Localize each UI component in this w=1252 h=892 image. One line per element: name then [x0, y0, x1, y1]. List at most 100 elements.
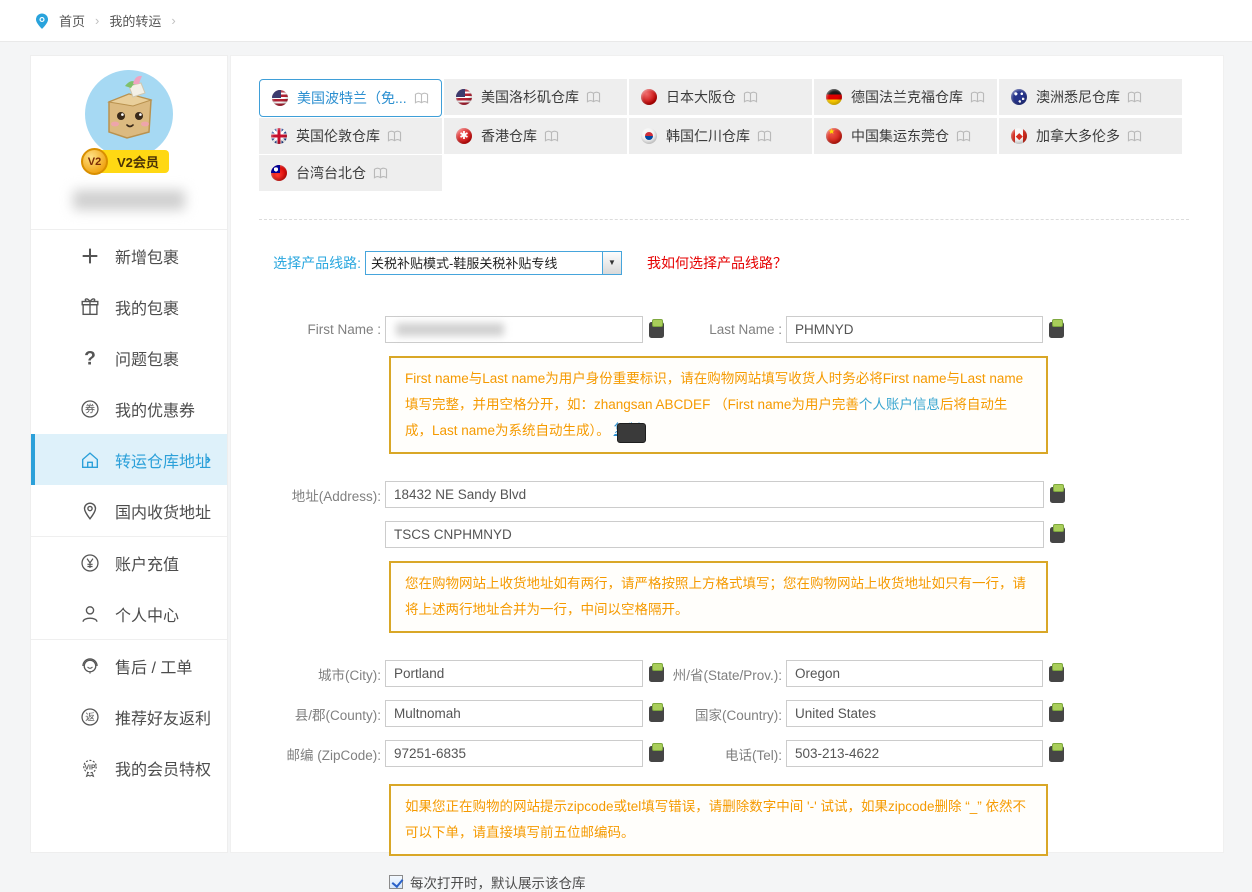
member-level-badge: V2 V2会员 [95, 150, 169, 173]
person-icon [79, 603, 101, 625]
product-line-selected-value: 关税补贴模式-鞋服关税补贴专线 [366, 253, 602, 272]
coupon-icon: 券 [79, 398, 101, 420]
copy-icon[interactable] [1049, 746, 1064, 762]
copy-icon[interactable] [1049, 666, 1064, 682]
product-line-help-link[interactable]: 我如何选择产品线路？ [647, 253, 787, 273]
product-line-select[interactable]: 关税补贴模式-鞋服关税补贴专线 ▼ [365, 251, 622, 275]
tab-tw-taipei[interactable]: 台湾台北仓 [259, 155, 442, 191]
profile-block: V2 V2会员 [31, 70, 227, 230]
account-info-link[interactable]: 个人账户信息 [859, 397, 940, 412]
question-icon: ? [79, 347, 101, 369]
last-name-input[interactable] [786, 316, 1043, 343]
default-warehouse-checkbox[interactable] [389, 875, 403, 889]
tab-kr-incheon[interactable]: 韩国仁川仓库 [629, 118, 812, 154]
sidebar-item-domestic-address[interactable]: 国内收货地址 [31, 485, 227, 536]
tab-hk[interactable]: 香港仓库 [444, 118, 627, 154]
us-flag-icon [272, 90, 288, 106]
zipcode-input[interactable] [385, 740, 643, 767]
address-book-icon [1127, 91, 1142, 104]
tab-us-losangeles[interactable]: 美国洛杉矶仓库 [444, 79, 627, 115]
copy-icon[interactable] [649, 666, 664, 682]
avatar-box-character [85, 70, 173, 158]
county-label: 县/郡(County): [259, 704, 385, 724]
first-name-label: First Name : [259, 322, 385, 337]
breadcrumb-separator: › [95, 13, 99, 28]
tab-au-sydney[interactable]: 澳洲悉尼仓库 [999, 79, 1182, 115]
pin-icon [79, 500, 101, 522]
address-book-icon [586, 91, 601, 104]
tab-jp-osaka[interactable]: 日本大阪仓 [629, 79, 812, 115]
sidebar-item-problem-packages[interactable]: ? 问题包裹 [31, 332, 227, 383]
svg-text:VIP: VIP [84, 764, 95, 771]
us-flag-icon [456, 89, 472, 105]
uk-flag-icon [271, 128, 287, 144]
svg-text:券: 券 [85, 402, 95, 415]
city-input[interactable] [385, 660, 643, 687]
canada-flag-icon [1011, 128, 1027, 144]
sidebar-item-warehouse-address[interactable]: 转运仓库地址 › [31, 434, 227, 485]
copy-icon[interactable] [649, 322, 664, 338]
svg-text:?: ? [84, 348, 96, 369]
address-book-icon [387, 130, 402, 143]
china-flag-icon [826, 128, 842, 144]
address-book-icon [757, 130, 772, 143]
copy-icon[interactable] [649, 706, 664, 722]
tab-uk-london[interactable]: 英国伦敦仓库 [259, 118, 442, 154]
county-input[interactable] [385, 700, 643, 727]
copy-icon[interactable] [1049, 706, 1064, 722]
first-name-input[interactable] [385, 316, 643, 343]
tel-input[interactable] [786, 740, 1043, 767]
address-book-icon [414, 92, 429, 105]
breadcrumb: 首页 › 我的转运 › [0, 0, 1252, 42]
tab-cn-dongguan[interactable]: 中国集运东莞仓 [814, 118, 997, 154]
sidebar-item-personal-center[interactable]: 个人中心 [31, 588, 227, 639]
tab-ca-toronto[interactable]: 加拿大多伦多 [999, 118, 1182, 154]
australia-flag-icon [1011, 89, 1027, 105]
state-input[interactable] [786, 660, 1043, 687]
address-book-icon [1127, 130, 1142, 143]
country-label: 国家(Country): [667, 704, 786, 724]
japan-flag-icon [641, 89, 657, 105]
address-line1-input[interactable] [385, 481, 1044, 508]
breadcrumb-home[interactable]: 首页 [59, 11, 85, 30]
first-name-blurred-value [396, 323, 504, 336]
germany-flag-icon [826, 89, 842, 105]
city-label: 城市(City): [259, 664, 385, 684]
v2-medal-icon: V2 [81, 148, 108, 175]
warehouse-home-icon [79, 449, 101, 471]
tab-us-portland[interactable]: 美国波特兰（免... [259, 79, 442, 117]
address-line2-input[interactable] [385, 521, 1044, 548]
breadcrumb-my-forwarding[interactable]: 我的转运 [109, 11, 161, 30]
taiwan-flag-icon [271, 165, 287, 181]
sidebar-item-member-privileges[interactable]: VIP 我的会员特权 [31, 742, 227, 793]
avatar[interactable]: V2 V2会员 [85, 70, 173, 158]
warehouse-tabs: 美国波特兰（免... 美国洛杉矶仓库 日本大阪仓 德国法兰克福仓库 澳洲悉尼仓库 [259, 79, 1191, 191]
package-icon [79, 296, 101, 318]
copy-icon[interactable] [1049, 322, 1064, 338]
member-badge-label: V2会员 [117, 152, 159, 171]
copy-icon[interactable] [1050, 487, 1065, 503]
sidebar-item-aftersale-ticket[interactable]: 售后 / 工单 [31, 640, 227, 691]
country-input[interactable] [786, 700, 1043, 727]
breadcrumb-separator: › [171, 13, 175, 28]
svg-text:返: 返 [85, 711, 95, 723]
copy-icon[interactable] [1050, 527, 1065, 543]
default-warehouse-checkbox-label: 每次打开时，默认展示该仓库 [410, 872, 586, 892]
sidebar: V2 V2会员 新增包裹 我的包裹 ? 问题包裹 券 我的优惠券 转运仓库地址 … [30, 55, 228, 853]
sidebar-item-my-coupons[interactable]: 券 我的优惠券 [31, 383, 227, 434]
main-panel: 美国波特兰（免... 美国洛杉矶仓库 日本大阪仓 德国法兰克福仓库 澳洲悉尼仓库 [230, 55, 1224, 853]
product-line-label: 选择产品线路: [259, 253, 361, 273]
name-format-note: First name与Last name为用户身份重要标识，请在购物网站填写收货… [389, 356, 1048, 454]
sidebar-item-my-packages[interactable]: 我的包裹 [31, 281, 227, 332]
address-format-note: 您在购物网站上收货地址如有两行，请严格按照上方格式填写；您在购物网站上收货地址如… [389, 561, 1048, 633]
sidebar-item-account-recharge[interactable]: 账户充值 [31, 537, 227, 588]
yuan-icon [79, 552, 101, 574]
address-label: 地址(Address): [259, 485, 385, 505]
headset-icon [79, 655, 101, 677]
sidebar-item-referral-rebate[interactable]: 返 推荐好友返利 [31, 691, 227, 742]
sidebar-item-add-package[interactable]: 新增包裹 [31, 230, 227, 281]
copy-tooltip-overlay [617, 423, 646, 443]
tab-de-frankfurt[interactable]: 德国法兰克福仓库 [814, 79, 997, 115]
copy-icon[interactable] [649, 746, 664, 762]
address-book-icon [373, 167, 388, 180]
